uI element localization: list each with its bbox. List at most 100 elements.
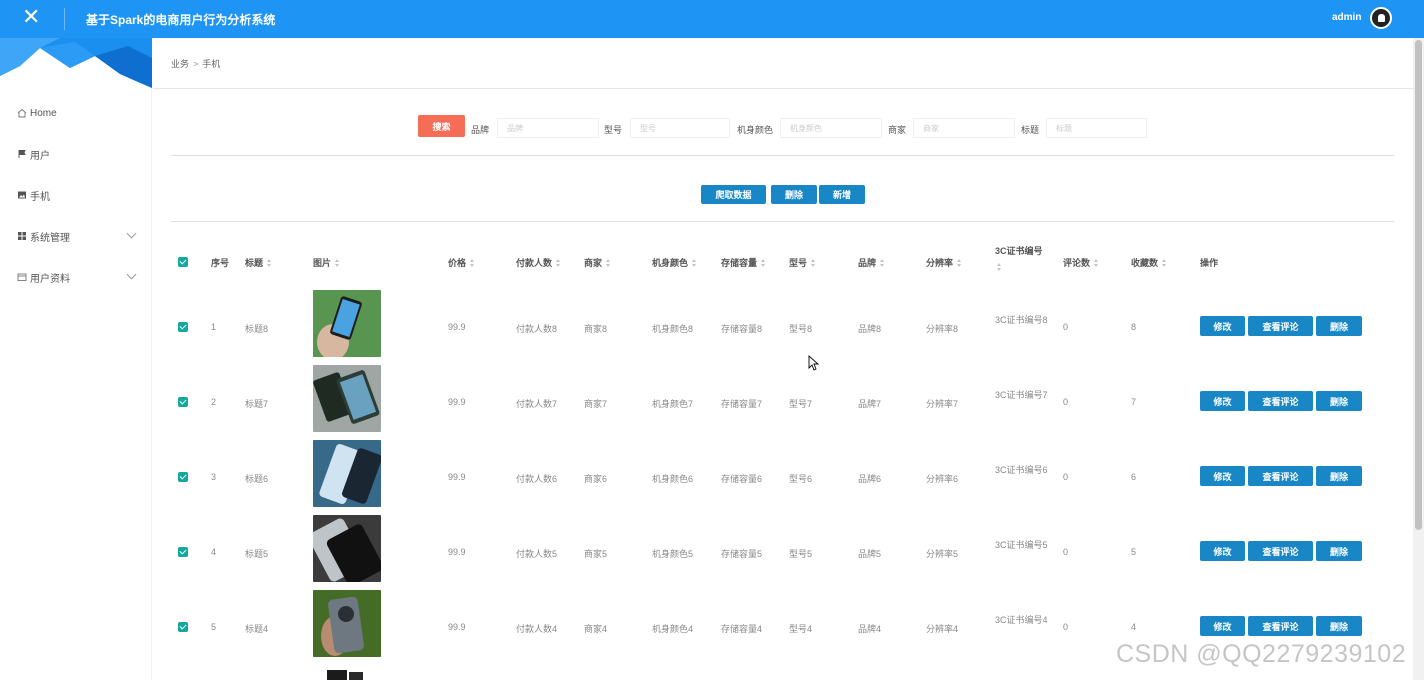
sidebar-item-profile[interactable]: 用户资料 bbox=[0, 262, 152, 292]
sort-icon[interactable] bbox=[1162, 258, 1167, 267]
sidebar: Home 用户 手机 系统管理 用户资料 bbox=[0, 38, 152, 680]
title-cell: 标题8 bbox=[245, 324, 269, 334]
sidebar-item-system[interactable]: 系统管理 bbox=[0, 221, 152, 251]
col-header-label: 机身颜色 bbox=[652, 258, 689, 268]
view-comments-button[interactable]: 查看评论 bbox=[1248, 616, 1313, 636]
crawl-data-button[interactable]: 爬取数据 bbox=[701, 185, 766, 204]
sort-icon[interactable] bbox=[470, 258, 475, 267]
col-header-title[interactable]: 标题 bbox=[245, 256, 272, 269]
brand-input[interactable] bbox=[497, 118, 599, 138]
scrollbar-thumb[interactable] bbox=[1415, 40, 1422, 530]
search-divider bbox=[171, 155, 1394, 156]
edit-button[interactable]: 修改 bbox=[1200, 541, 1245, 561]
model-input[interactable] bbox=[630, 118, 730, 138]
col-header-color[interactable]: 机身颜色 bbox=[652, 256, 697, 269]
title-cell: 标题7 bbox=[245, 399, 269, 409]
view-comments-button[interactable]: 查看评论 bbox=[1248, 541, 1313, 561]
delete-button[interactable]: 删除 bbox=[1316, 616, 1362, 636]
brand-label: 品牌 bbox=[471, 125, 490, 135]
col-header-resolution[interactable]: 分辨率 bbox=[926, 256, 962, 269]
delete-button[interactable]: 删除 bbox=[1316, 391, 1362, 411]
table-row: 3 标题6 99.9 付款人数6 商家6 机身颜色6 存储容量6 型号6 品牌6 分辨率6 0 6 3C… bbox=[153, 440, 1413, 515]
col-header-label: 分辨率 bbox=[926, 258, 954, 268]
storage-cell: 存储容量4 bbox=[721, 624, 763, 634]
chevron-down-icon bbox=[126, 269, 137, 280]
row-checkbox[interactable] bbox=[178, 397, 188, 407]
edit-button[interactable]: 修改 bbox=[1200, 316, 1245, 336]
sort-icon[interactable] bbox=[692, 258, 697, 267]
sort-icon[interactable] bbox=[606, 258, 611, 267]
product-image bbox=[313, 365, 381, 432]
sidebar-item-label: 手机 bbox=[30, 191, 50, 203]
favorites-cell: 8 bbox=[1131, 322, 1137, 332]
select-all-checkbox[interactable] bbox=[178, 257, 188, 267]
storage-cell: 存储容量5 bbox=[721, 549, 763, 559]
title-input[interactable] bbox=[1046, 118, 1147, 138]
col-header-favorites[interactable]: 收藏数 bbox=[1131, 256, 1167, 269]
view-comments-button[interactable]: 查看评论 bbox=[1248, 466, 1313, 486]
col-header-image[interactable]: 图片 bbox=[313, 256, 340, 269]
row-checkbox[interactable] bbox=[178, 547, 188, 557]
row-checkbox[interactable] bbox=[178, 322, 188, 332]
username[interactable]: admin bbox=[1332, 12, 1361, 23]
sort-icon[interactable] bbox=[811, 258, 816, 267]
delete-button[interactable]: 删除 bbox=[1316, 541, 1362, 561]
mouse-cursor-icon bbox=[808, 355, 820, 371]
search-button[interactable]: 搜索 bbox=[418, 115, 465, 137]
breadcrumb-parent[interactable]: 业务 bbox=[171, 59, 189, 69]
sort-icon[interactable] bbox=[335, 258, 340, 267]
title-cell: 标题6 bbox=[245, 474, 269, 484]
app-title: 基于Spark的电商用户行为分析系统 bbox=[86, 13, 276, 27]
brand-cell: 品牌4 bbox=[858, 624, 882, 634]
watermark: CSDN @QQ2279239102 bbox=[1116, 640, 1407, 668]
col-header-comments[interactable]: 评论数 bbox=[1063, 256, 1099, 269]
product-image bbox=[313, 515, 381, 582]
storage-cell: 存储容量6 bbox=[721, 474, 763, 484]
col-header-storage[interactable]: 存储容量 bbox=[721, 256, 766, 269]
sort-icon[interactable] bbox=[556, 258, 561, 267]
breadcrumb-divider bbox=[153, 88, 1413, 89]
sidebar-item-users[interactable]: 用户 bbox=[0, 139, 152, 169]
row-checkbox[interactable] bbox=[178, 622, 188, 632]
avatar[interactable] bbox=[1370, 7, 1392, 29]
edit-button[interactable]: 修改 bbox=[1200, 616, 1245, 636]
sidebar-item-label: 用户资料 bbox=[30, 273, 70, 285]
col-header-label: 收藏数 bbox=[1131, 258, 1159, 268]
sort-icon[interactable] bbox=[761, 258, 766, 267]
model-cell: 型号6 bbox=[789, 474, 813, 484]
model-cell: 型号7 bbox=[789, 399, 813, 409]
edit-button[interactable]: 修改 bbox=[1200, 391, 1245, 411]
col-header-model[interactable]: 型号 bbox=[789, 256, 816, 269]
color-cell: 机身颜色4 bbox=[652, 624, 694, 634]
sidebar-item-phones[interactable]: 手机 bbox=[0, 180, 152, 210]
comments-cell: 0 bbox=[1063, 397, 1069, 407]
view-comments-button[interactable]: 查看评论 bbox=[1248, 391, 1313, 411]
row-checkbox[interactable] bbox=[178, 472, 188, 482]
merchant-cell: 商家6 bbox=[584, 474, 608, 484]
col-header-cert[interactable]: 3C证书编号 bbox=[995, 244, 1043, 271]
edit-button[interactable]: 修改 bbox=[1200, 466, 1245, 486]
sort-icon[interactable] bbox=[267, 258, 272, 267]
sidebar-item-home[interactable]: Home bbox=[0, 98, 152, 128]
merchant-input[interactable] bbox=[913, 118, 1015, 138]
batch-delete-button[interactable]: 删除 bbox=[771, 185, 817, 204]
brand-cell: 品牌8 bbox=[858, 324, 882, 334]
add-button[interactable]: 新增 bbox=[819, 185, 865, 204]
close-icon[interactable]: ✕ bbox=[22, 6, 44, 28]
col-header-price[interactable]: 价格 bbox=[448, 256, 475, 269]
delete-button[interactable]: 删除 bbox=[1316, 466, 1362, 486]
sort-icon[interactable] bbox=[957, 258, 962, 267]
page-scrollbar[interactable] bbox=[1413, 38, 1424, 680]
sort-icon[interactable] bbox=[997, 263, 1002, 271]
view-comments-button[interactable]: 查看评论 bbox=[1248, 316, 1313, 336]
delete-button[interactable]: 删除 bbox=[1316, 316, 1362, 336]
brand-cell: 品牌7 bbox=[858, 399, 882, 409]
col-header-brand[interactable]: 品牌 bbox=[858, 256, 885, 269]
resolution-cell: 分辨率8 bbox=[926, 324, 959, 334]
col-header-payers[interactable]: 付款人数 bbox=[516, 256, 561, 269]
sort-icon[interactable] bbox=[1094, 258, 1099, 267]
sort-icon[interactable] bbox=[880, 258, 885, 267]
col-header-merchant[interactable]: 商家 bbox=[584, 256, 611, 269]
color-input[interactable] bbox=[780, 118, 882, 138]
main-content: 业务>手机 搜索 品牌 型号 机身颜色 商家 标题 爬取数据 删除 新增 序号 … bbox=[153, 38, 1413, 680]
